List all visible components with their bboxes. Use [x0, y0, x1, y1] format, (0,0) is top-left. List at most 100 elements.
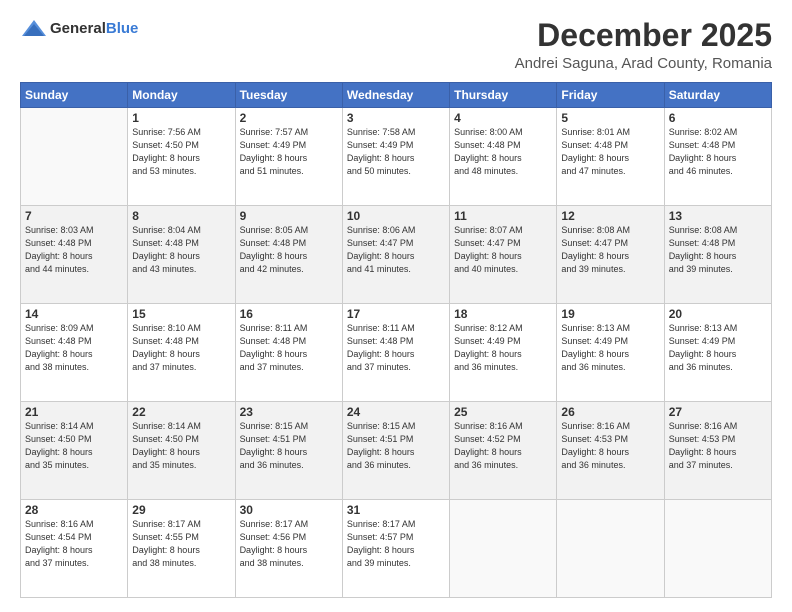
day-info: Sunrise: 8:13 AM Sunset: 4:49 PM Dayligh… — [561, 322, 659, 374]
day-cell-w5-d6 — [557, 500, 664, 598]
day-info: Sunrise: 7:57 AM Sunset: 4:49 PM Dayligh… — [240, 126, 338, 178]
day-info: Sunrise: 8:16 AM Sunset: 4:54 PM Dayligh… — [25, 518, 123, 570]
day-info: Sunrise: 8:02 AM Sunset: 4:48 PM Dayligh… — [669, 126, 767, 178]
day-cell-w1-d1 — [21, 108, 128, 206]
header-friday: Friday — [557, 83, 664, 108]
day-info: Sunrise: 8:16 AM Sunset: 4:53 PM Dayligh… — [561, 420, 659, 472]
header-sunday: Sunday — [21, 83, 128, 108]
header-monday: Monday — [128, 83, 235, 108]
day-cell-w1-d2: 1Sunrise: 7:56 AM Sunset: 4:50 PM Daylig… — [128, 108, 235, 206]
page: GeneralBlue December 2025 Andrei Saguna,… — [0, 0, 792, 612]
day-info: Sunrise: 8:11 AM Sunset: 4:48 PM Dayligh… — [240, 322, 338, 374]
day-cell-w1-d6: 5Sunrise: 8:01 AM Sunset: 4:48 PM Daylig… — [557, 108, 664, 206]
day-number: 28 — [25, 503, 123, 517]
day-cell-w1-d5: 4Sunrise: 8:00 AM Sunset: 4:48 PM Daylig… — [450, 108, 557, 206]
day-number: 22 — [132, 405, 230, 419]
day-cell-w5-d4: 31Sunrise: 8:17 AM Sunset: 4:57 PM Dayli… — [342, 500, 449, 598]
day-number: 1 — [132, 111, 230, 125]
day-number: 14 — [25, 307, 123, 321]
week-row-4: 21Sunrise: 8:14 AM Sunset: 4:50 PM Dayli… — [21, 402, 772, 500]
day-number: 30 — [240, 503, 338, 517]
day-cell-w4-d7: 27Sunrise: 8:16 AM Sunset: 4:53 PM Dayli… — [664, 402, 771, 500]
day-number: 7 — [25, 209, 123, 223]
main-title: December 2025 — [515, 18, 772, 53]
day-info: Sunrise: 7:58 AM Sunset: 4:49 PM Dayligh… — [347, 126, 445, 178]
day-cell-w4-d1: 21Sunrise: 8:14 AM Sunset: 4:50 PM Dayli… — [21, 402, 128, 500]
logo-icon — [20, 18, 48, 40]
day-info: Sunrise: 8:13 AM Sunset: 4:49 PM Dayligh… — [669, 322, 767, 374]
logo-general: General — [50, 20, 106, 37]
day-info: Sunrise: 8:04 AM Sunset: 4:48 PM Dayligh… — [132, 224, 230, 276]
day-info: Sunrise: 7:56 AM Sunset: 4:50 PM Dayligh… — [132, 126, 230, 178]
day-cell-w4-d3: 23Sunrise: 8:15 AM Sunset: 4:51 PM Dayli… — [235, 402, 342, 500]
day-cell-w5-d1: 28Sunrise: 8:16 AM Sunset: 4:54 PM Dayli… — [21, 500, 128, 598]
day-number: 11 — [454, 209, 552, 223]
day-cell-w4-d6: 26Sunrise: 8:16 AM Sunset: 4:53 PM Dayli… — [557, 402, 664, 500]
header-saturday: Saturday — [664, 83, 771, 108]
day-cell-w2-d3: 9Sunrise: 8:05 AM Sunset: 4:48 PM Daylig… — [235, 206, 342, 304]
day-cell-w2-d1: 7Sunrise: 8:03 AM Sunset: 4:48 PM Daylig… — [21, 206, 128, 304]
day-cell-w2-d4: 10Sunrise: 8:06 AM Sunset: 4:47 PM Dayli… — [342, 206, 449, 304]
day-info: Sunrise: 8:06 AM Sunset: 4:47 PM Dayligh… — [347, 224, 445, 276]
day-cell-w3-d4: 17Sunrise: 8:11 AM Sunset: 4:48 PM Dayli… — [342, 304, 449, 402]
day-cell-w2-d6: 12Sunrise: 8:08 AM Sunset: 4:47 PM Dayli… — [557, 206, 664, 304]
week-row-5: 28Sunrise: 8:16 AM Sunset: 4:54 PM Dayli… — [21, 500, 772, 598]
day-info: Sunrise: 8:08 AM Sunset: 4:48 PM Dayligh… — [669, 224, 767, 276]
day-info: Sunrise: 8:12 AM Sunset: 4:49 PM Dayligh… — [454, 322, 552, 374]
day-cell-w5-d5 — [450, 500, 557, 598]
day-cell-w2-d7: 13Sunrise: 8:08 AM Sunset: 4:48 PM Dayli… — [664, 206, 771, 304]
week-row-2: 7Sunrise: 8:03 AM Sunset: 4:48 PM Daylig… — [21, 206, 772, 304]
day-number: 16 — [240, 307, 338, 321]
top-section: GeneralBlue December 2025 Andrei Saguna,… — [20, 18, 772, 72]
day-cell-w3-d1: 14Sunrise: 8:09 AM Sunset: 4:48 PM Dayli… — [21, 304, 128, 402]
day-number: 27 — [669, 405, 767, 419]
day-number: 15 — [132, 307, 230, 321]
day-cell-w3-d3: 16Sunrise: 8:11 AM Sunset: 4:48 PM Dayli… — [235, 304, 342, 402]
day-cell-w5-d2: 29Sunrise: 8:17 AM Sunset: 4:55 PM Dayli… — [128, 500, 235, 598]
day-number: 25 — [454, 405, 552, 419]
day-number: 3 — [347, 111, 445, 125]
logo: GeneralBlue — [20, 18, 138, 40]
day-info: Sunrise: 8:10 AM Sunset: 4:48 PM Dayligh… — [132, 322, 230, 374]
day-cell-w5-d7 — [664, 500, 771, 598]
day-info: Sunrise: 8:03 AM Sunset: 4:48 PM Dayligh… — [25, 224, 123, 276]
day-cell-w5-d3: 30Sunrise: 8:17 AM Sunset: 4:56 PM Dayli… — [235, 500, 342, 598]
day-number: 8 — [132, 209, 230, 223]
day-info: Sunrise: 8:08 AM Sunset: 4:47 PM Dayligh… — [561, 224, 659, 276]
day-number: 19 — [561, 307, 659, 321]
subtitle: Andrei Saguna, Arad County, Romania — [515, 55, 772, 72]
day-number: 9 — [240, 209, 338, 223]
day-info: Sunrise: 8:09 AM Sunset: 4:48 PM Dayligh… — [25, 322, 123, 374]
header-tuesday: Tuesday — [235, 83, 342, 108]
day-number: 29 — [132, 503, 230, 517]
day-cell-w2-d2: 8Sunrise: 8:04 AM Sunset: 4:48 PM Daylig… — [128, 206, 235, 304]
day-cell-w3-d5: 18Sunrise: 8:12 AM Sunset: 4:49 PM Dayli… — [450, 304, 557, 402]
day-info: Sunrise: 8:17 AM Sunset: 4:57 PM Dayligh… — [347, 518, 445, 570]
day-info: Sunrise: 8:07 AM Sunset: 4:47 PM Dayligh… — [454, 224, 552, 276]
day-info: Sunrise: 8:15 AM Sunset: 4:51 PM Dayligh… — [240, 420, 338, 472]
day-cell-w4-d2: 22Sunrise: 8:14 AM Sunset: 4:50 PM Dayli… — [128, 402, 235, 500]
day-number: 6 — [669, 111, 767, 125]
day-info: Sunrise: 8:01 AM Sunset: 4:48 PM Dayligh… — [561, 126, 659, 178]
day-info: Sunrise: 8:05 AM Sunset: 4:48 PM Dayligh… — [240, 224, 338, 276]
day-number: 13 — [669, 209, 767, 223]
day-number: 10 — [347, 209, 445, 223]
header-thursday: Thursday — [450, 83, 557, 108]
day-number: 5 — [561, 111, 659, 125]
calendar-body: 1Sunrise: 7:56 AM Sunset: 4:50 PM Daylig… — [21, 108, 772, 598]
day-info: Sunrise: 8:00 AM Sunset: 4:48 PM Dayligh… — [454, 126, 552, 178]
day-cell-w1-d7: 6Sunrise: 8:02 AM Sunset: 4:48 PM Daylig… — [664, 108, 771, 206]
week-row-3: 14Sunrise: 8:09 AM Sunset: 4:48 PM Dayli… — [21, 304, 772, 402]
day-info: Sunrise: 8:14 AM Sunset: 4:50 PM Dayligh… — [132, 420, 230, 472]
day-info: Sunrise: 8:11 AM Sunset: 4:48 PM Dayligh… — [347, 322, 445, 374]
day-info: Sunrise: 8:16 AM Sunset: 4:53 PM Dayligh… — [669, 420, 767, 472]
day-number: 4 — [454, 111, 552, 125]
logo-blue: Blue — [106, 20, 139, 37]
day-number: 2 — [240, 111, 338, 125]
day-cell-w1-d3: 2Sunrise: 7:57 AM Sunset: 4:49 PM Daylig… — [235, 108, 342, 206]
header-row: Sunday Monday Tuesday Wednesday Thursday… — [21, 83, 772, 108]
day-info: Sunrise: 8:15 AM Sunset: 4:51 PM Dayligh… — [347, 420, 445, 472]
day-number: 20 — [669, 307, 767, 321]
header-wednesday: Wednesday — [342, 83, 449, 108]
day-info: Sunrise: 8:16 AM Sunset: 4:52 PM Dayligh… — [454, 420, 552, 472]
